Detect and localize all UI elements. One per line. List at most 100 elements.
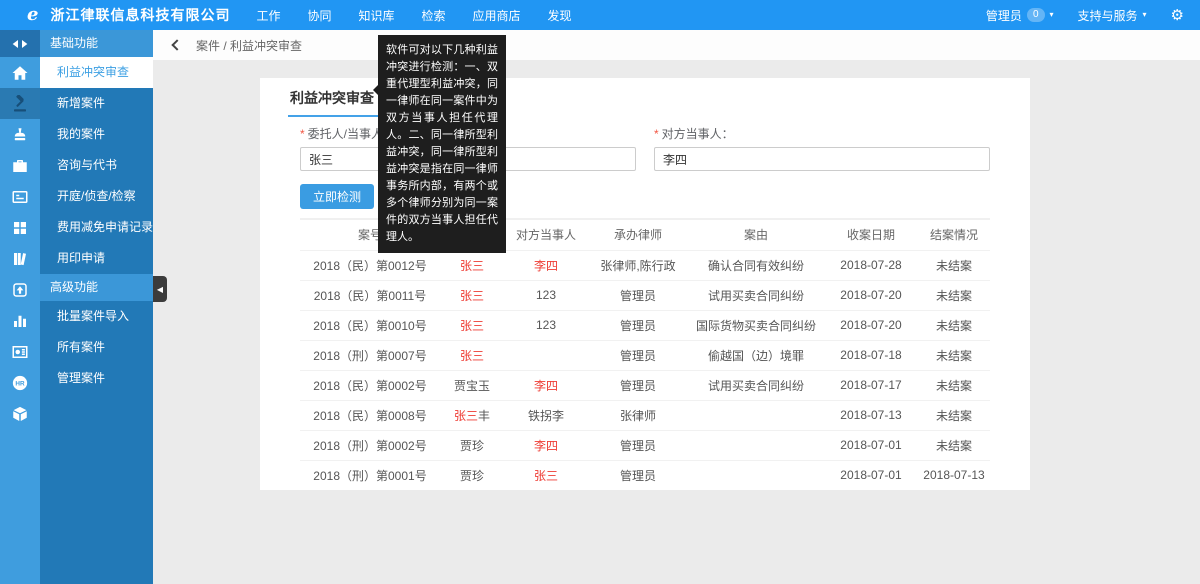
user-menu[interactable]: 管理员 0 ▾ [986, 7, 1054, 24]
table-row[interactable]: 2018（刑）第0007号张三管理员偷越国（边）境罪2018-07-18未结案 [300, 340, 990, 370]
sidebar-item-10[interactable]: 所有案件 [40, 332, 153, 363]
sidebar-item-9[interactable]: 批量案件导入 [40, 301, 153, 332]
party-name: 丰 [478, 409, 490, 423]
cell-case-no: 2018（民）第0002号 [300, 370, 440, 400]
cell-client: 贾珍 [440, 460, 504, 490]
sidebar-item-5[interactable]: 开庭/侦查/检察 [40, 181, 153, 212]
bar-chart-icon[interactable] [0, 305, 40, 336]
collapse-toggle-icon[interactable] [0, 30, 40, 57]
chevron-down-icon: ▾ [1050, 11, 1054, 19]
conflict-name-highlight: 张三 [460, 259, 484, 273]
cell-close-status: 未结案 [918, 430, 990, 460]
cell-opponent: 123 [504, 310, 588, 340]
sidebar-item-6[interactable]: 费用减免申请记录 [40, 212, 153, 243]
conflict-name-highlight: 张三 [460, 349, 484, 363]
top-nav-item-4[interactable]: 应用商店 [473, 7, 521, 24]
back-icon[interactable] [171, 39, 182, 50]
sidebar-menu: 基础功能利益冲突审查新增案件我的案件咨询与代书开庭/侦查/检察费用减免申请记录用… [40, 30, 153, 584]
check-now-button[interactable]: 立即检测 [300, 184, 374, 209]
table-row[interactable]: 2018（刑）第0001号贾珍张三管理员2018-07-012018-07-13 [300, 460, 990, 490]
sidebar-item-2[interactable]: 新增案件 [40, 88, 153, 119]
cell-cause [688, 430, 824, 460]
report-icon[interactable] [0, 336, 40, 367]
cell-cause: 国际货物买卖合同纠纷 [688, 310, 824, 340]
sidebar-collapse-handle[interactable]: ◀ [153, 276, 167, 302]
party-name: 铁拐李 [528, 409, 564, 423]
cell-case-no: 2018（刑）第0002号 [300, 430, 440, 460]
top-nav-item-2[interactable]: 知识库 [358, 7, 394, 24]
table-row[interactable]: 2018（民）第0011号张三123管理员试用买卖合同纠纷2018-07-20未… [300, 280, 990, 310]
party-name: 贾宝玉 [454, 379, 490, 393]
books-icon[interactable] [0, 243, 40, 274]
top-navbar: e 浙江律联信息科技有限公司 工作协同知识库检索应用商店发现 管理员 0 ▾ 支… [0, 0, 1200, 30]
cell-close-status: 未结案 [918, 280, 990, 310]
opponent-input[interactable] [654, 147, 990, 171]
cell-cause: 试用买卖合同纠纷 [688, 280, 824, 310]
support-menu[interactable]: 支持与服务 ▾ [1078, 7, 1147, 24]
cell-opponent: 李四 [504, 430, 588, 460]
conflict-name-highlight: 李四 [534, 259, 558, 273]
briefcase-icon[interactable] [0, 150, 40, 181]
table-row[interactable]: 2018（民）第0010号张三123管理员国际货物买卖合同纠纷2018-07-2… [300, 310, 990, 340]
cell-cause [688, 400, 824, 430]
column-header-6: 结案情况 [918, 220, 990, 250]
grid-icon[interactable] [0, 212, 40, 243]
cell-case-no: 2018（民）第0010号 [300, 310, 440, 340]
top-nav-item-1[interactable]: 协同 [307, 7, 331, 24]
cell-client: 张三 [440, 340, 504, 370]
sidebar-item-4[interactable]: 咨询与代书 [40, 150, 153, 181]
column-header-2: 对方当事人 [504, 220, 588, 250]
cell-cause [688, 460, 824, 490]
sidebar-item-3[interactable]: 我的案件 [40, 119, 153, 150]
party-name: 123 [536, 318, 556, 332]
conflict-name-highlight: 李四 [534, 439, 558, 453]
cell-case-no: 2018（民）第0008号 [300, 400, 440, 430]
hr-badge-icon[interactable]: HR [0, 367, 40, 398]
sidebar-item-7[interactable]: 用印申请 [40, 243, 153, 274]
cell-accept-date: 2018-07-13 [824, 400, 918, 430]
stamp-icon[interactable] [0, 119, 40, 150]
conflict-check-card: 利益冲突审查 ! *委托人/当事人： *对方当事人： 立即检测 [260, 78, 1030, 490]
top-nav-item-0[interactable]: 工作 [256, 7, 280, 24]
tooltip-text: 软件可对以下几种利益冲突进行检测：一、双重代理型利益冲突，同一律师在同一案件中为… [386, 44, 498, 243]
table-row[interactable]: 2018（民）第0012号张三李四张律师,陈行政确认合同有效纠纷2018-07-… [300, 250, 990, 280]
cell-lawyer: 管理员 [588, 280, 688, 310]
cell-cause: 试用买卖合同纠纷 [688, 370, 824, 400]
table-row[interactable]: 2018（刑）第0002号贾珍李四管理员2018-07-01未结案 [300, 430, 990, 460]
cell-close-status: 未结案 [918, 250, 990, 280]
top-nav-item-3[interactable]: 检索 [422, 7, 446, 24]
upload-box-icon[interactable] [0, 274, 40, 305]
chevron-left-icon: ◀ [157, 285, 163, 294]
cell-client: 张三丰 [440, 400, 504, 430]
cell-close-status: 2018-07-13 [918, 460, 990, 490]
content-area: 利益冲突审查 ! *委托人/当事人： *对方当事人： 立即检测 [153, 60, 1200, 584]
cell-client: 张三 [440, 310, 504, 340]
sidebar-item-11[interactable]: 管理案件 [40, 363, 153, 394]
gavel-icon[interactable] [0, 88, 40, 119]
cell-case-no: 2018（刑）第0001号 [300, 460, 440, 490]
table-row[interactable]: 2018（民）第0002号贾宝玉李四管理员试用买卖合同纠纷2018-07-17未… [300, 370, 990, 400]
conflict-name-highlight: 张三 [534, 469, 558, 483]
conflict-result-table: 案号委托人对方当事人承办律师案由收案日期结案情况 2018（民）第0012号张三… [300, 220, 990, 490]
conflict-info-tooltip: 软件可对以下几种利益冲突进行检测：一、双重代理型利益冲突，同一律师在同一案件中为… [378, 35, 506, 253]
column-header-3: 承办律师 [588, 220, 688, 250]
cell-accept-date: 2018-07-01 [824, 460, 918, 490]
tab-conflict-review[interactable]: 利益冲突审查 [288, 88, 386, 117]
gear-icon[interactable]: ⚙ [1171, 8, 1184, 23]
table-row[interactable]: 2018（民）第0008号张三丰铁拐李张律师2018-07-13未结案 [300, 400, 990, 430]
home-icon[interactable] [0, 57, 40, 88]
cell-lawyer: 管理员 [588, 310, 688, 340]
cell-cause: 偷越国（边）境罪 [688, 340, 824, 370]
cell-lawyer: 管理员 [588, 340, 688, 370]
opponent-label-text: 对方当事人： [662, 127, 734, 141]
sidebar-item-1[interactable]: 利益冲突审查 [40, 57, 153, 88]
cell-lawyer: 张律师 [588, 400, 688, 430]
cell-close-status: 未结案 [918, 340, 990, 370]
cube-icon[interactable] [0, 398, 40, 429]
id-card-icon[interactable] [0, 181, 40, 212]
cell-accept-date: 2018-07-18 [824, 340, 918, 370]
top-nav-item-5[interactable]: 发现 [548, 7, 572, 24]
cell-opponent: 铁拐李 [504, 400, 588, 430]
party-name: 贾珍 [460, 439, 484, 453]
sidebar-icon-rail: HR [0, 30, 40, 584]
